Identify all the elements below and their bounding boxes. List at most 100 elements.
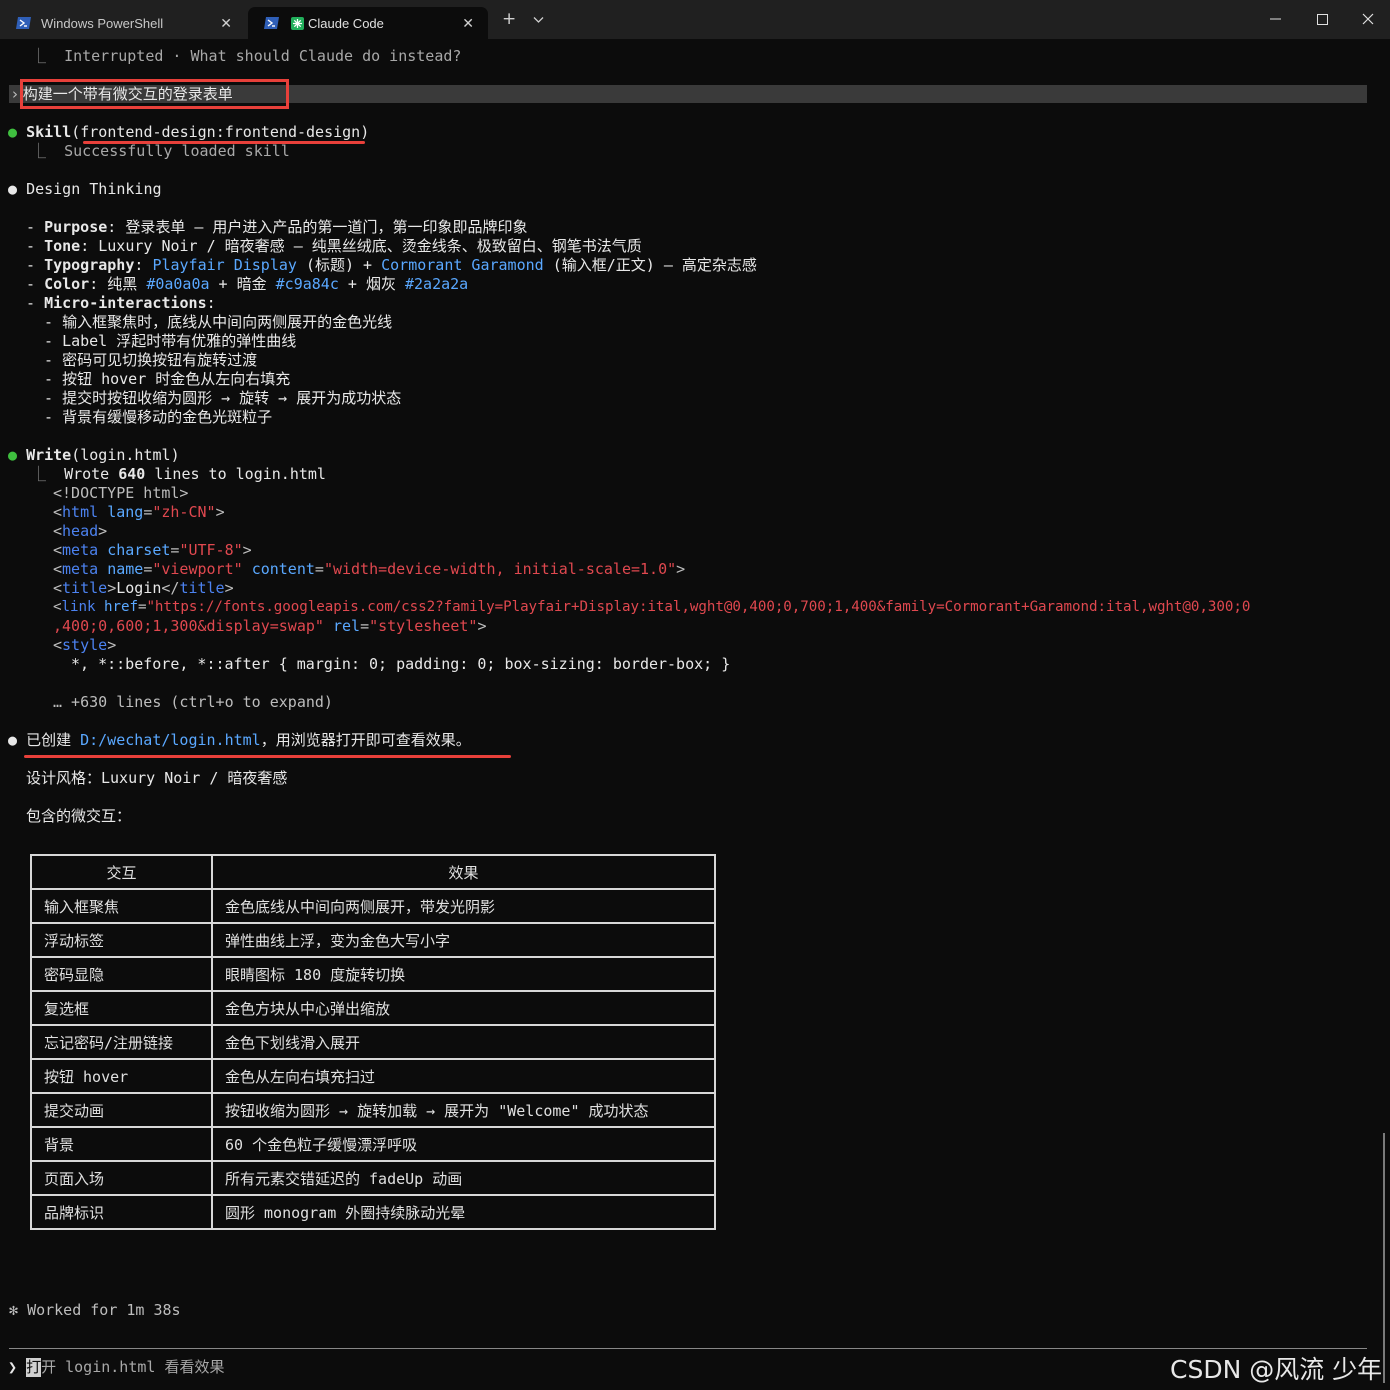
purpose-line: - Purpose: 登录表单 – 用户进入产品的第一道门，第一印象即品牌印象 <box>26 218 528 236</box>
micro-item-text: 密码可见切换按钮有旋转过渡 <box>62 351 258 369</box>
code-doctype: <!DOCTYPE html> <box>53 484 189 502</box>
created-suffix: ，用浏览器打开即可查看效果。 <box>260 731 471 749</box>
expand-text: … +630 lines (ctrl+o to expand) <box>53 693 333 711</box>
close-tab-icon[interactable]: ✕ <box>462 15 474 32</box>
micro-item-text: Label 浮起时带有优雅的弹性曲线 <box>62 332 297 350</box>
color-line: - Color: 纯黑 #0a0a0a + 暗金 #c9a84c + 烟灰 #2… <box>26 275 469 293</box>
micro-item: - 输入框聚焦时，底线从中间向两侧展开的金色光线 <box>44 313 393 331</box>
created-line: ● 已创建 D:/wechat/login.html，用浏览器打开即可查看效果。 <box>8 731 471 750</box>
table-header-row: 交互 效果 <box>30 854 716 890</box>
design-heading-line: ● Design Thinking <box>8 180 162 199</box>
table-row: 背景 60 个金色粒子缓慢漂浮呼吸 <box>30 1126 716 1162</box>
code-value: "width=device-width, initial-scale=1.0" <box>323 560 677 578</box>
tab-windows-powershell[interactable]: Windows PowerShell ✕ <box>0 7 246 39</box>
table-cell: 复选框 <box>30 990 213 1026</box>
color-text: + 烟灰 <box>338 275 405 293</box>
asterisk-icon: ✻ <box>9 1301 28 1319</box>
micro-item: - 背景有缓慢移动的金色光斑粒子 <box>44 408 273 426</box>
tab-claude-code[interactable]: Claude Code ✕ <box>248 7 488 39</box>
table-row: 提交动画 按钮收缩为圆形 → 旋转加载 → 展开为 "Welcome" 成功状态 <box>30 1092 716 1128</box>
table-row: 浮动标签 弹性曲线上浮，变为金色大写小字 <box>30 922 716 958</box>
micro-item: - Label 浮起时带有优雅的弹性曲线 <box>44 332 297 350</box>
code-value: "https://fonts.googleapis.com/css2?famil… <box>146 599 1251 615</box>
code-value: "viewport" <box>152 560 243 578</box>
code-attr: charset <box>107 541 171 559</box>
table-cell: 背景 <box>30 1126 213 1162</box>
table-header: 效果 <box>211 854 716 890</box>
tone-label: Tone <box>44 237 81 255</box>
code-tag: link <box>61 599 96 615</box>
typography-label: Typography <box>44 256 135 274</box>
code-tag: html <box>62 503 99 521</box>
scrollbar[interactable] <box>1383 1133 1385 1383</box>
code-line: <link href="https://fonts.googleapis.com… <box>53 599 1251 615</box>
code-tag: meta <box>62 560 99 578</box>
prompt-chevron-icon: ❯ <box>8 1358 18 1376</box>
status-bullet-icon: ● <box>8 180 27 198</box>
tab-label: Claude Code <box>308 15 384 31</box>
code-attr: lang <box>107 503 144 521</box>
code-line: <meta charset="UTF-8"> <box>53 541 252 559</box>
skill-arg: frontend-design:frontend-design <box>80 123 361 141</box>
maximize-button[interactable] <box>1312 10 1332 28</box>
include-text: 包含的微交互： <box>26 807 132 825</box>
tool-name: Skill <box>26 123 72 141</box>
highlight-box <box>20 79 289 109</box>
code-attr: href <box>103 599 138 615</box>
file-path-link[interactable]: D:/wechat/login.html <box>80 731 261 749</box>
status-bullet-icon: ● <box>8 731 27 749</box>
minimize-button[interactable] <box>1266 10 1286 28</box>
prompt-input-text: 开 login.html 看看效果 <box>41 1358 225 1376</box>
table-cell: 弹性曲线上浮，变为金色大写小字 <box>211 922 716 958</box>
status-bullet-icon: ● <box>8 446 27 464</box>
created-prefix: 已创建 <box>26 731 81 749</box>
micro-item-text: 输入框聚焦时，底线从中间向两侧展开的金色光线 <box>62 313 393 331</box>
skill-result-line: ⎿ Successfully loaded skill <box>31 142 290 160</box>
table-header: 交互 <box>30 854 213 890</box>
micro-item-text: 提交时按钮收缩为圆形 → 旋转 → 展开为成功状态 <box>62 389 402 407</box>
code-line: *, *::before, *::after { margin: 0; padd… <box>71 655 730 674</box>
micro-item-text: 背景有缓慢移动的金色光斑粒子 <box>62 408 273 426</box>
table-cell: 按钮收缩为圆形 → 旋转加载 → 展开为 "Welcome" 成功状态 <box>211 1092 716 1128</box>
micro-item: - 提交时按钮收缩为圆形 → 旋转 → 展开为成功状态 <box>44 389 402 407</box>
text-cursor: 打 <box>26 1358 42 1377</box>
wrote-prefix: Wrote <box>64 465 119 483</box>
code-line: <meta name="viewport" content="width=dev… <box>53 560 686 578</box>
typography-end: (输入框/正文) – 高定杂志感 <box>552 256 757 274</box>
interrupted-text: Interrupted · What should Claude do inst… <box>64 47 462 65</box>
table-cell: 金色方块从中心弹出缩放 <box>211 990 716 1026</box>
new-tab-button[interactable]: + <box>502 9 516 29</box>
write-result-line: ⎿ Wrote 640 lines to login.html <box>31 465 326 483</box>
tone-text: Luxury Noir / 暗夜奢感 – 纯黑丝绒底、烫金线条、极致留白、钢笔书… <box>98 237 642 255</box>
watermark: CSDN @风流 少年 <box>1170 1355 1383 1384</box>
table-cell: 品牌标识 <box>30 1194 213 1230</box>
code-tag: title <box>179 579 225 597</box>
table-cell: 金色底线从中间向两侧展开，带发光阴影 <box>211 888 716 924</box>
table-row: 品牌标识 圆形 monogram 外圈持续脉动光晕 <box>30 1194 716 1230</box>
table-cell: 忘记密码/注册链接 <box>30 1024 213 1060</box>
skill-line: ● Skill(frontend-design:frontend-design) <box>8 123 370 141</box>
expand-hint[interactable]: … +630 lines (ctrl+o to expand) <box>53 693 333 712</box>
color-label: Color <box>44 275 90 293</box>
micro-item: - 按钮 hover 时金色从左向右填充 <box>44 370 291 388</box>
code-tag: head <box>62 522 99 540</box>
table-row: 按钮 hover 金色从左向右填充扫过 <box>30 1058 716 1094</box>
highlight-underline <box>24 755 511 758</box>
tab-dropdown-chevron-down-icon[interactable] <box>533 12 544 28</box>
code-attr: rel <box>332 617 361 635</box>
wrote-count: 640 <box>118 465 146 483</box>
skill-result-text: Successfully loaded skill <box>64 142 290 160</box>
prompt-input[interactable]: ❯ 打开 login.html 看看效果 <box>8 1358 224 1377</box>
code-tag: meta <box>62 541 99 559</box>
code-value: "zh-CN" <box>152 503 216 521</box>
color-text: 纯黑 <box>107 275 147 293</box>
micro-line: - Micro-interactions: <box>26 294 216 312</box>
table-row: 页面入场 所有元素交错延迟的 fadeUp 动画 <box>30 1160 716 1196</box>
table-cell: 金色从左向右填充扫过 <box>211 1058 716 1094</box>
table-cell: 所有元素交错延迟的 fadeUp 动画 <box>211 1160 716 1196</box>
table-row: 密码显隐 眼睛图标 180 度旋转切换 <box>30 956 716 992</box>
close-tab-icon[interactable]: ✕ <box>220 15 232 32</box>
close-window-button[interactable] <box>1358 10 1378 28</box>
table-row: 忘记密码/注册链接 金色下划线滑入展开 <box>30 1024 716 1060</box>
font-name: Playfair Display <box>152 256 297 274</box>
